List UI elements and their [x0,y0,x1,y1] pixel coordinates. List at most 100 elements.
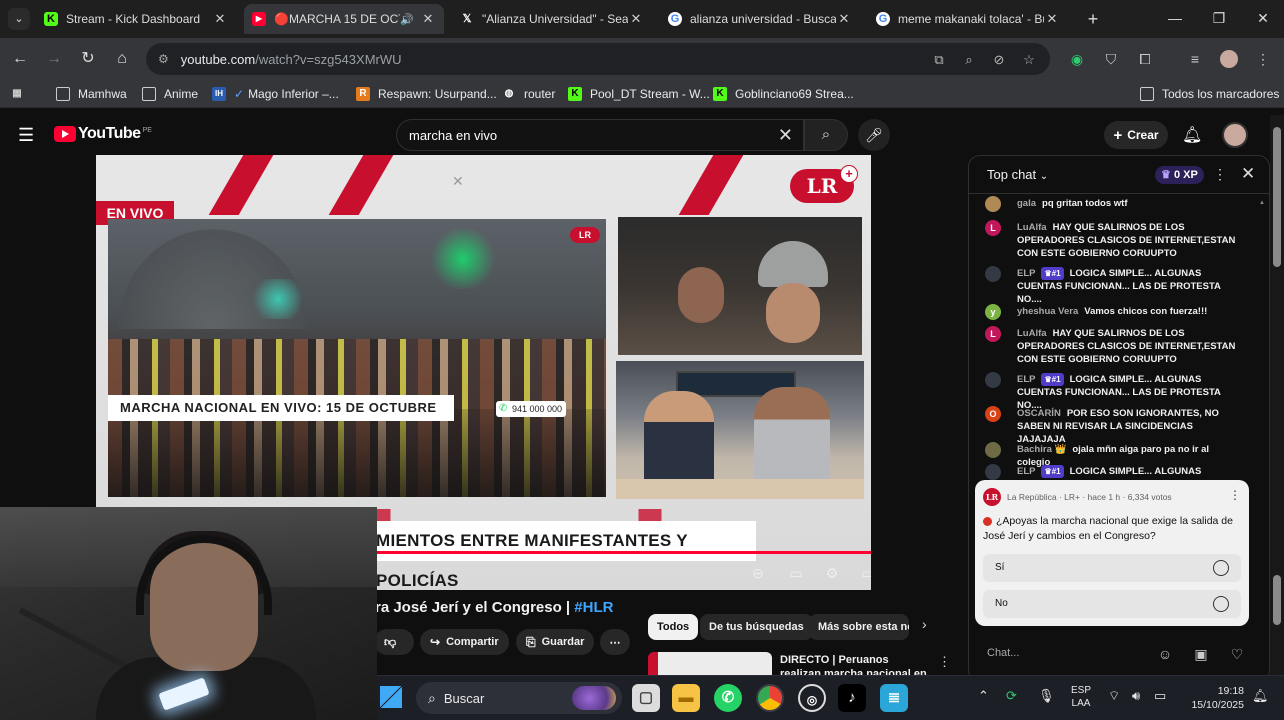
youtube-logo[interactable]: YouTube PE [54,125,152,143]
avatar[interactable] [985,372,1001,388]
reload-button[interactable]: ↻ [76,47,100,71]
tab-google-alianza[interactable]: G alianza universidad - Buscar ✕ [660,4,860,34]
dislike-button[interactable]: 👎︎ [374,629,414,655]
chip-todos[interactable]: Todos [648,614,699,640]
tiktok-icon[interactable]: ♪ [838,684,866,712]
chat-author[interactable]: yheshua Vera [1017,306,1078,317]
eye-off-icon[interactable]: ⊘ [990,51,1008,69]
profile-avatar[interactable] [1220,50,1238,68]
kebab-menu-icon[interactable]: ⋮ [1254,50,1272,68]
search-input[interactable]: marcha en vivo ✕ [396,119,804,151]
poll-option-si[interactable]: Sí [983,554,1241,582]
bookmark-pool-dt[interactable]: K Pool_DT Stream - W... [568,85,710,103]
chat-author[interactable]: OSCARÍN [1017,408,1061,419]
more-actions-button[interactable]: ⋯ [600,629,630,655]
chat-input[interactable]: Chat... [979,640,1149,666]
chat-author[interactable]: ELP [1017,466,1035,477]
close-icon[interactable]: ✕ [628,11,644,27]
puzzle-icon[interactable]: ⧠ [1136,50,1154,68]
tab-google-meme[interactable]: G meme makanaki tolaca' - Bu ✕ [868,4,1068,34]
forward-button[interactable]: → [42,47,66,71]
media-control-icon[interactable]: ≡ [1186,50,1204,68]
close-icon[interactable]: ✕ [1044,11,1060,27]
new-tab-button[interactable]: + [1082,8,1104,30]
chat-author[interactable]: LuAlfa [1017,222,1047,233]
tab-x-search[interactable]: 𝕏 "Alianza Universidad" - Sear ✕ [452,4,652,34]
notification-icon[interactable]: 🔔︎ [1252,688,1269,704]
avatar[interactable]: L [985,326,1001,342]
avatar[interactable] [985,196,1001,212]
tab-search-icon[interactable]: ⌄ [8,8,30,30]
chat-author[interactable]: ELP [1017,268,1035,279]
chevron-right-icon[interactable]: › [922,616,927,632]
clear-icon[interactable]: ✕ [778,125,793,146]
more-icon[interactable]: ⋮ [938,654,951,670]
chat-author[interactable]: Bachira 👑 [1017,444,1066,455]
heart-icon[interactable]: ♡ [1227,644,1247,664]
more-icon[interactable]: ⋮ [1229,488,1241,502]
avatar[interactable]: O [985,406,1001,422]
super-chat-icon[interactable]: ▣ [1191,644,1211,664]
avatar[interactable] [985,442,1001,458]
microphone-button[interactable]: 🎤︎ [858,119,890,151]
chat-scrollbar[interactable]: ▲ [1259,200,1265,624]
avatar[interactable]: y [985,304,1001,320]
avatar[interactable] [1222,122,1248,148]
hashtag-link[interactable]: #HLR [574,599,613,616]
file-explorer-icon[interactable]: ▬ [672,684,700,712]
address-bar[interactable]: ⚙ youtube.com/watch?v=szg543XMrWU ⧉ ⌕ ⊘ … [146,43,1050,75]
bookmark-mago-inferior[interactable]: IH ✓ Mago Inferior –... [212,85,339,103]
avatar[interactable]: L [985,220,1001,236]
poll-option-no[interactable]: No [983,590,1241,618]
close-icon[interactable]: ✕ [420,11,436,27]
subtitles-icon[interactable]: ▭ [786,563,806,583]
obs-icon[interactable]: ◎ [798,684,826,712]
all-bookmarks[interactable]: Todos los marcadores [1140,85,1279,103]
microphone-icon[interactable]: 🎙︎ [1038,688,1055,704]
chip-mas-sobre[interactable]: Más sobre esta not [809,614,909,640]
speaker-icon[interactable]: 🔊 [400,13,414,26]
close-icon[interactable]: ✕ [1241,164,1255,184]
xp-badge[interactable]: ♛ 0 XP [1155,166,1204,184]
chip-de-tus-busquedas[interactable]: De tus búsquedas [700,614,813,640]
close-icon[interactable]: ✕ [836,11,852,27]
extension-icon[interactable]: ◉ [1068,50,1086,68]
chat-author[interactable]: LuAlfa [1017,328,1047,339]
page-scrollbar[interactable] [1270,115,1284,680]
chat-author[interactable]: ELP [1017,374,1035,385]
share-button[interactable]: ↪ Compartir [420,629,509,655]
battery-icon[interactable]: ▭ [1154,688,1166,704]
tab-kick-dashboard[interactable]: K Stream - Kick Dashboard ✕ [36,4,236,34]
star-icon[interactable]: ☆ [1020,51,1038,69]
whatsapp-icon[interactable]: ✆ [714,684,742,712]
emoji-icon[interactable]: ☺ [1155,644,1175,664]
avatar[interactable] [985,464,1001,480]
close-icon[interactable]: ✕ [212,11,228,27]
chat-author[interactable]: gala [1017,198,1036,209]
home-button[interactable]: ⌂ [110,47,134,71]
theater-mode-icon[interactable]: ▭ [858,563,871,583]
site-info-icon[interactable]: ⚙ [158,52,169,66]
menu-icon[interactable]: ☰ [18,125,36,146]
taskbar-search[interactable]: ⌕ Buscar [416,682,622,714]
bookmark-anime[interactable]: Anime [142,85,198,103]
windows-start-icon[interactable] [380,686,402,708]
sync-icon[interactable]: ⟳ [1006,688,1017,704]
language-indicator[interactable]: ESP LAA [1068,684,1094,710]
task-view-icon[interactable]: ▢ [632,684,660,712]
create-button[interactable]: + Crear [1104,121,1168,149]
wifi-icon[interactable]: ⌔ [1108,688,1120,704]
bookmark-goblinciano[interactable]: K Goblinciano69 Strea... [713,85,854,103]
tab-youtube-marcha[interactable]: ▶ 🔴MARCHA 15 DE OCTU 🔊 ✕ [244,4,444,34]
autoplay-toggle-icon[interactable]: ⊖ [748,563,768,583]
chat-mode-dropdown[interactable]: Top chat ⌄ [987,167,1048,182]
taskbar-clock[interactable]: 19:18 15/10/2025 [1180,684,1244,712]
chrome-icon[interactable] [756,684,784,712]
bookmark-mamhwa[interactable]: Mamhwa [56,85,127,103]
shield-icon[interactable]: ⛉ [1102,50,1120,68]
more-icon[interactable]: ⋮ [1213,166,1227,183]
chevron-up-icon[interactable]: ⌃ [978,688,989,704]
apps-icon[interactable]: ▦ [10,85,32,103]
zoom-icon[interactable]: ⌕ [960,51,978,69]
volume-icon[interactable]: 🔊︎ [1132,688,1140,704]
